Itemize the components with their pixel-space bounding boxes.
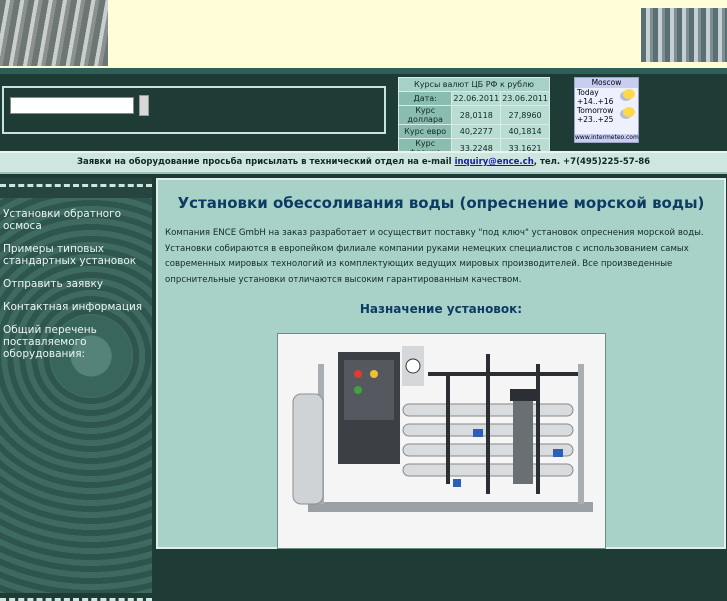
banner-divider	[0, 68, 727, 74]
banner-equipment-image-left	[0, 0, 108, 66]
rate-value: 27,8960	[500, 105, 550, 125]
rates-date-1: 22.06.2011	[451, 91, 502, 106]
sidebar-item-reverse-osmosis[interactable]: Установки обратного осмоса	[3, 208, 151, 232]
desalination-plant-image	[277, 333, 606, 549]
rate-value: 40,2277	[451, 124, 502, 139]
intro-paragraph: Компания ENCE GmbH на заказ разработает …	[165, 228, 704, 285]
search-button[interactable]	[139, 95, 149, 116]
search-area	[2, 86, 386, 134]
sidebar: Установки обратного осмоса Примеры типов…	[0, 178, 152, 601]
rates-date-2: 23.06.2011	[500, 91, 550, 106]
main-content: Установки обессоливания воды (опреснение…	[156, 178, 726, 549]
email-link[interactable]: inquiry@ence.ch	[455, 157, 534, 167]
weather-today-temp: +14..+16	[575, 89, 638, 106]
rate-value: 28,0118	[451, 105, 502, 125]
weather-tomorrow-value: +23..+25	[577, 115, 614, 124]
sidebar-menu: Установки обратного осмоса Примеры типов…	[3, 208, 151, 371]
weather-today-value: +14..+16	[577, 97, 614, 106]
section-heading: Назначение установок:	[359, 302, 523, 316]
notice-text: Заявки на оборудование просьба присылать…	[76, 157, 452, 167]
top-banner	[0, 0, 727, 70]
rates-title: Курсы валют ЦБ РФ к рублю	[398, 77, 550, 92]
weather-city: Moscow	[575, 78, 638, 88]
sidebar-divider-top	[0, 184, 152, 197]
weather-source-link[interactable]: www.intermeteo.com	[575, 134, 639, 142]
page-title: Установки обессоливания воды (опреснение…	[177, 194, 705, 212]
sidebar-item-examples[interactable]: Примеры типовых стандартных установок	[3, 243, 151, 267]
sidebar-item-send-request[interactable]: Отправить заявку	[3, 278, 151, 290]
rate-value: 40,1814	[500, 124, 550, 139]
rates-date-label: Дата:	[397, 91, 453, 106]
banner-equipment-image-right	[641, 8, 727, 62]
search-input[interactable]	[10, 97, 134, 114]
desalination-plant-illustration	[278, 334, 605, 548]
currency-rates-table: Курсы валют ЦБ РФ к рублю Дата: 22.06.20…	[397, 77, 550, 158]
sidebar-item-equipment-list[interactable]: Общий перечень поставляемого оборудовани…	[3, 324, 151, 360]
sun-icon	[623, 107, 635, 117]
partly-cloudy-icon	[623, 89, 635, 99]
rate-label: Курс евро	[397, 124, 453, 139]
sidebar-item-contacts[interactable]: Контактная информация	[3, 301, 151, 313]
rate-label: Курс доллара	[397, 105, 453, 125]
weather-widget[interactable]: Moscow Today +14..+16 Tomorrow +23..+25 …	[574, 77, 639, 143]
weather-tomorrow-temp: +23..+25	[575, 107, 638, 124]
notice-phone: , тел. +7(495)225-57-86	[533, 157, 651, 167]
inquiry-notice: Заявки на оборудование просьба присылать…	[0, 151, 727, 174]
